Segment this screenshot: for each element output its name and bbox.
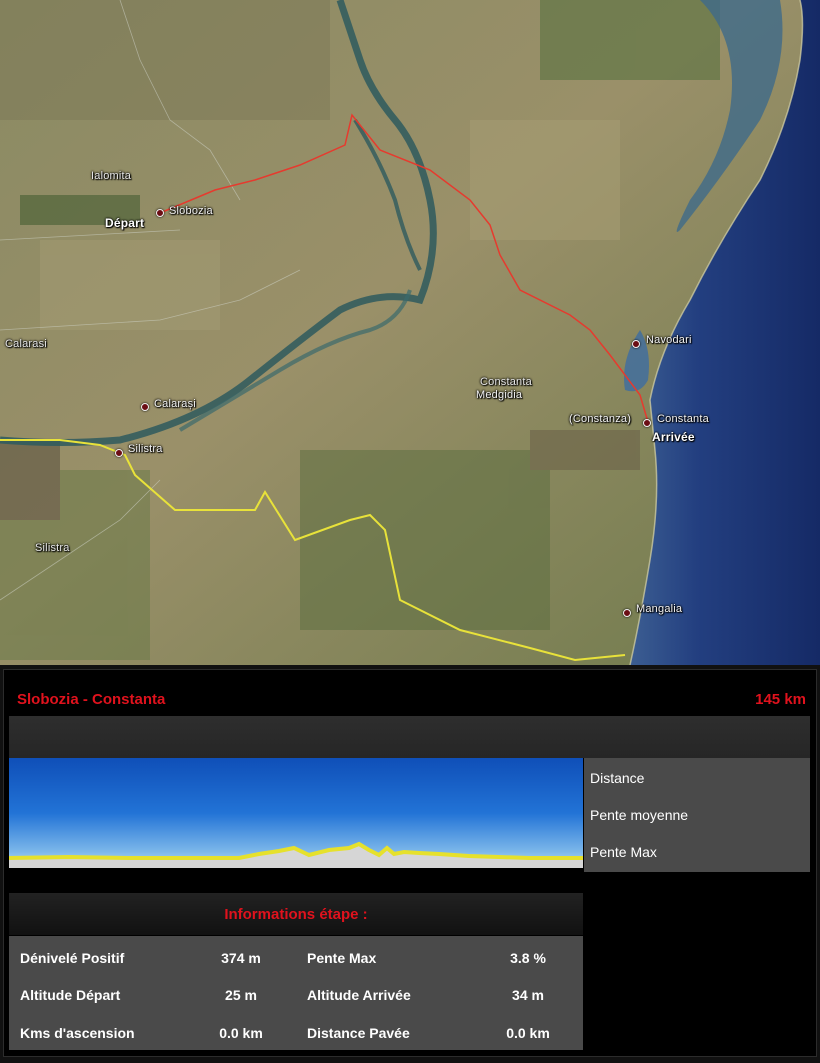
map-canvas [0, 0, 820, 665]
legend-distance: Distance [590, 770, 645, 786]
info-table: Dénivelé Positif 374 m Pente Max 3.8 % A… [9, 936, 583, 1050]
info-label: Distance Pavée [307, 1025, 410, 1041]
legend-pente-moyenne: Pente moyenne [590, 807, 689, 823]
start-label: Départ [105, 216, 145, 230]
city-label-mangalia: Mangalia [636, 603, 683, 615]
city-label-constanza: (Constanza) [569, 413, 632, 425]
info-value: 25 m [225, 987, 257, 1003]
info-value: 3.8 % [510, 950, 546, 966]
city-marker-slobozia[interactable] [156, 209, 164, 217]
city-label-medgidia: Medgidia [476, 389, 523, 401]
elevation-profile [9, 758, 583, 868]
finish-label: Arrivée [652, 430, 695, 444]
stage-panel-frame: Slobozia - Constanta 145 km Distance Pen… [3, 669, 817, 1057]
info-label: Pente Max [307, 950, 377, 966]
info-header: Informations étape : [9, 893, 583, 935]
city-label-calarasi: Calarași [154, 398, 196, 410]
info-label: Altitude Départ [20, 987, 121, 1003]
info-label: Dénivelé Positif [20, 950, 125, 966]
region-label-silistra: Silistra [35, 542, 70, 554]
city-marker-navodari[interactable] [632, 340, 640, 348]
toolbar-strip [9, 716, 810, 758]
city-label-silistra: Silistra [128, 443, 163, 455]
city-label-slobozia: Slobozia [169, 205, 213, 217]
stage-title: Slobozia - Constanta [17, 691, 166, 708]
city-marker-silistra[interactable] [115, 449, 123, 457]
info-value: 34 m [512, 987, 544, 1003]
city-marker-calarasi[interactable] [141, 403, 149, 411]
satellite-map[interactable]: Ialomita Calarasi Silistra Constanta Slo… [0, 0, 820, 665]
info-value: 374 m [221, 950, 261, 966]
profile-legend: Distance Pente moyenne Pente Max [584, 758, 810, 872]
city-label-navodari: Navodari [646, 334, 692, 346]
info-title: Informations étape : [224, 906, 368, 923]
info-label: Altitude Arrivée [307, 987, 411, 1003]
region-label-constanta: Constanta [480, 376, 532, 388]
city-marker-mangalia[interactable] [623, 609, 631, 617]
city-label-constanta: Constanta [657, 413, 709, 425]
region-label-ialomita: Ialomita [91, 170, 132, 182]
info-value: 0.0 km [219, 1025, 263, 1041]
info-value: 0.0 km [506, 1025, 550, 1041]
stage-panel: Slobozia - Constanta 145 km Distance Pen… [0, 665, 820, 1063]
legend-pente-max: Pente Max [590, 844, 657, 860]
elevation-profile-chart [9, 758, 583, 868]
info-label: Kms d'ascension [20, 1025, 135, 1041]
stage-distance: 145 km [755, 691, 806, 708]
stage-title-bar: Slobozia - Constanta 145 km [9, 675, 810, 715]
city-marker-constanta[interactable] [643, 419, 651, 427]
region-label-calarasi: Calarasi [5, 338, 47, 350]
